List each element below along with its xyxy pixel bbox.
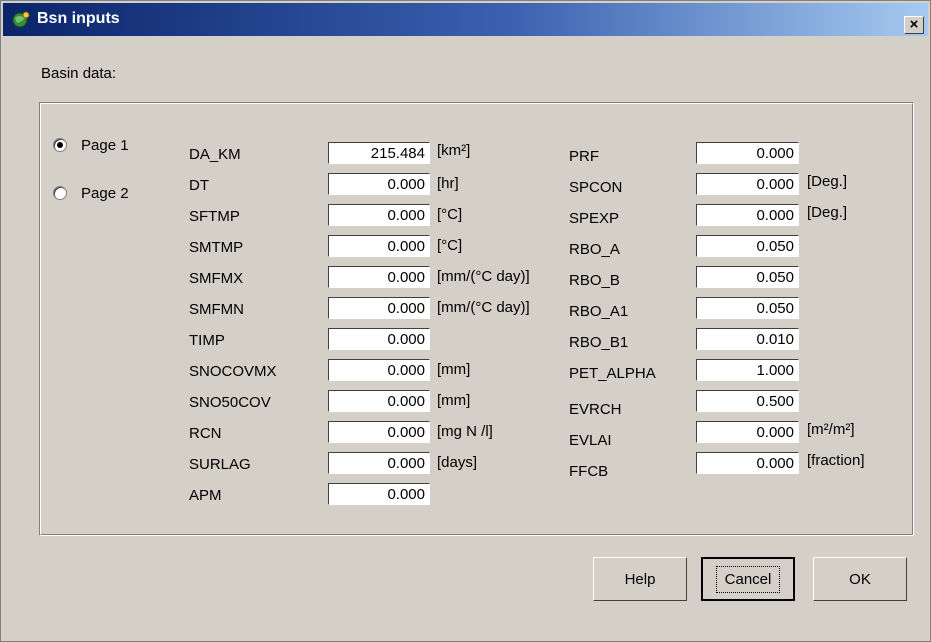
- param-unit: [km²]: [437, 142, 471, 159]
- param-value-field[interactable]: 0.000: [328, 452, 430, 474]
- param-name: PET_ALPHA: [569, 365, 656, 382]
- param-name: TIMP: [189, 332, 225, 349]
- title-bar[interactable]: Bsn inputs: [3, 3, 928, 36]
- param-unit: [m²/m²]: [807, 421, 855, 438]
- radio-button-checked-icon: [53, 138, 67, 152]
- page2-radio-label: Page 2: [81, 184, 129, 202]
- param-value-field[interactable]: 0.000: [328, 421, 430, 443]
- page1-radio-label: Page 1: [81, 136, 129, 154]
- param-name: RBO_A1: [569, 303, 629, 320]
- help-button[interactable]: Help: [593, 557, 687, 601]
- param-value-field[interactable]: 0.000: [696, 142, 799, 164]
- param-unit: [hr]: [437, 175, 459, 192]
- param-name: SMFMN: [189, 301, 244, 318]
- param-value-field[interactable]: 0.000: [328, 173, 430, 195]
- param-unit: [fraction]: [807, 452, 865, 469]
- param-value-field[interactable]: 0.500: [696, 390, 799, 412]
- basin-data-label: Basin data:: [41, 65, 117, 82]
- param-value-field[interactable]: 0.050: [696, 235, 799, 257]
- param-name: RBO_B: [569, 272, 620, 289]
- param-unit: [days]: [437, 454, 478, 471]
- cancel-button-label: Cancel: [715, 565, 781, 593]
- param-value-field[interactable]: 0.000: [328, 359, 430, 381]
- param-name: SPCON: [569, 179, 623, 196]
- param-value-field[interactable]: 0.000: [328, 390, 430, 412]
- param-unit: [mm]: [437, 361, 471, 378]
- param-name: EVLAI: [569, 432, 612, 449]
- param-value-field[interactable]: 0.000: [328, 483, 430, 505]
- param-unit: [°C]: [437, 206, 463, 223]
- param-name: EVRCH: [569, 401, 622, 418]
- param-name: SURLAG: [189, 456, 251, 473]
- param-name: SNOCOVMX: [189, 363, 277, 380]
- param-name: PRF: [569, 148, 599, 165]
- param-value-field[interactable]: 0.050: [696, 297, 799, 319]
- ok-button-label: OK: [849, 570, 871, 588]
- param-name: RCN: [189, 425, 222, 442]
- param-value-field[interactable]: 215.484: [328, 142, 430, 164]
- param-name: FFCB: [569, 463, 609, 480]
- param-name: RBO_A: [569, 241, 620, 258]
- param-value-field[interactable]: 0.050: [696, 266, 799, 288]
- param-value-field[interactable]: 0.000: [328, 266, 430, 288]
- param-value-field[interactable]: 0.000: [696, 421, 799, 443]
- param-name: SMTMP: [189, 239, 244, 256]
- param-name: APM: [189, 487, 222, 504]
- param-value-field[interactable]: 0.010: [696, 328, 799, 350]
- param-value-field[interactable]: 0.000: [328, 235, 430, 257]
- bsn-inputs-dialog: Bsn inputs × Basin data: Page 1 Page 2 D…: [0, 0, 931, 642]
- param-value-field[interactable]: 0.000: [328, 328, 430, 350]
- param-name: SFTMP: [189, 208, 240, 225]
- param-name: DA_KM: [189, 146, 241, 163]
- param-value-field[interactable]: 1.000: [696, 359, 799, 381]
- param-name: RBO_B1: [569, 334, 629, 351]
- param-unit: [mm/(°C day)]: [437, 299, 530, 316]
- globe-icon: [12, 11, 30, 28]
- param-value-field[interactable]: 0.000: [696, 452, 799, 474]
- close-icon: ×: [909, 16, 919, 33]
- param-unit: [mm]: [437, 392, 471, 409]
- param-unit: [mm/(°C day)]: [437, 268, 530, 285]
- window-title: Bsn inputs: [37, 10, 120, 27]
- close-button[interactable]: ×: [904, 16, 924, 34]
- page2-radio[interactable]: Page 2: [53, 183, 129, 203]
- param-name: SMFMX: [189, 270, 244, 287]
- param-name: DT: [189, 177, 209, 194]
- param-unit: [Deg.]: [807, 173, 848, 190]
- help-button-label: Help: [624, 570, 656, 588]
- param-value-field[interactable]: 0.000: [696, 204, 799, 226]
- param-unit: [°C]: [437, 237, 463, 254]
- ok-button[interactable]: OK: [813, 557, 907, 601]
- param-value-field[interactable]: 0.000: [328, 204, 430, 226]
- param-unit: [Deg.]: [807, 204, 848, 221]
- param-unit: [mg N /l]: [437, 423, 493, 440]
- param-name: SPEXP: [569, 210, 620, 227]
- cancel-button[interactable]: Cancel: [701, 557, 795, 601]
- page1-radio[interactable]: Page 1: [53, 135, 129, 155]
- param-name: SNO50COV: [189, 394, 271, 411]
- param-value-field[interactable]: 0.000: [328, 297, 430, 319]
- param-value-field[interactable]: 0.000: [696, 173, 799, 195]
- radio-button-icon: [53, 186, 67, 200]
